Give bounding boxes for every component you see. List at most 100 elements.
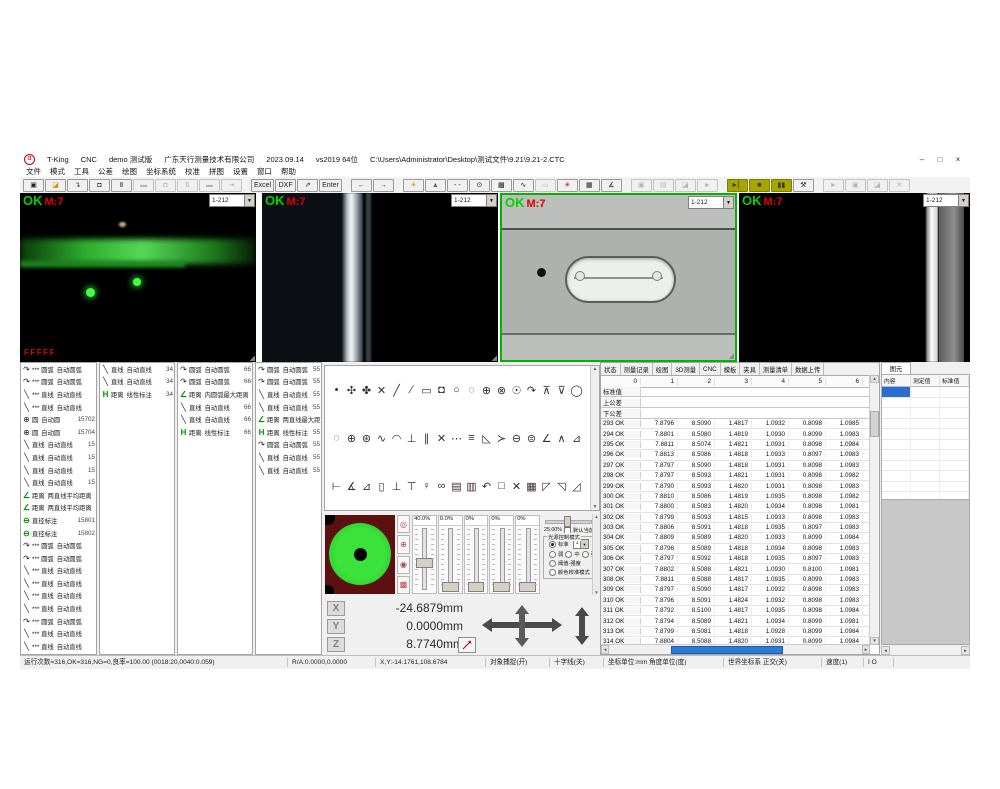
toolbar-star-button[interactable]: ✳ <box>557 179 578 192</box>
scroll-thumb[interactable] <box>870 411 879 437</box>
measure-tool-icon[interactable]: ∥ <box>420 432 433 445</box>
measure-tool-icon[interactable]: ◿ <box>570 480 583 493</box>
feature-item[interactable]: ↷*** 圆弧自动圆弧 <box>21 363 96 376</box>
measure-tool-icon[interactable]: ◌ <box>465 384 478 397</box>
feature-item[interactable]: ╲直线自动直线66 <box>178 401 252 414</box>
menu-item-4[interactable]: 绘图 <box>122 166 137 177</box>
toolbar-open-2-button[interactable]: ◪ <box>867 179 888 192</box>
scroll-right-icon[interactable]: ► <box>862 645 870 654</box>
menu-item-7[interactable]: 拼图 <box>209 166 224 177</box>
slider-thumb[interactable] <box>468 582 485 592</box>
slider-thumb[interactable] <box>564 516 571 527</box>
measure-tool-icon[interactable]: ✕ <box>375 384 388 397</box>
high-radio[interactable] <box>582 551 589 558</box>
results-tab-4[interactable]: CNC <box>700 363 721 375</box>
measure-tool-icon[interactable]: ∧ <box>555 432 568 445</box>
element-row[interactable] <box>882 408 969 419</box>
toolbar-blank-2-button[interactable]: ▬ <box>199 179 220 192</box>
results-vertical-scrollbar[interactable]: ▲ ▼ <box>869 375 879 645</box>
feature-item[interactable]: ⊖直径标注15801 <box>21 514 96 527</box>
measure-tool-icon[interactable]: ◺ <box>480 432 493 445</box>
feature-item[interactable]: ╲*** 直线自动直线 <box>21 627 96 640</box>
threshold-radio[interactable] <box>549 560 556 567</box>
table-row[interactable]: 309 OK7.87978.50901.48171.09320.80981.09… <box>601 585 870 595</box>
resize-grip-icon[interactable]: ◢ <box>250 355 255 362</box>
feature-item[interactable]: ╲直线自动直线34 <box>100 363 174 376</box>
toolbar-stop-button[interactable]: ■ <box>749 179 770 192</box>
close-button[interactable]: × <box>950 154 966 165</box>
measure-tool-icon[interactable]: ≡ <box>465 432 478 445</box>
toolbar-minus-button[interactable]: - - <box>447 179 468 192</box>
feature-item[interactable]: H距离线性标注34 <box>100 388 174 401</box>
table-row-special[interactable]: 标准值 <box>601 386 870 397</box>
table-row[interactable]: 298 OK7.87978.50931.48211.09310.80981.09… <box>601 471 870 481</box>
measure-tool-icon[interactable]: ⊿ <box>360 480 373 493</box>
feature-item[interactable]: H距离线性标注55 <box>256 426 321 439</box>
palette-scrollbar[interactable]: ▲▼ <box>590 366 599 510</box>
table-row[interactable]: 300 OK7.88108.50861.48191.09350.80981.09… <box>601 492 870 502</box>
chevron-down-icon[interactable]: ▼ <box>486 195 496 206</box>
element-row[interactable] <box>882 429 969 440</box>
measure-tool-icon[interactable]: ✣ <box>345 384 358 397</box>
feature-item[interactable]: ╲直线自动直线55 <box>256 401 321 414</box>
measure-tool-icon[interactable]: ⊥ <box>390 480 403 493</box>
toolbar-probe-button[interactable]: ◘ <box>89 179 110 192</box>
standard-radio[interactable] <box>549 541 556 548</box>
feature-item[interactable]: ↷圆弧自动圆弧66 <box>178 363 252 376</box>
feature-item[interactable]: ╲直线自动直线55 <box>256 451 321 464</box>
table-row[interactable]: 301 OK7.88008.50831.48201.09340.80981.09… <box>601 502 870 512</box>
measure-tool-icon[interactable]: ✕ <box>510 480 523 493</box>
toolbar-save-2-button[interactable]: ▣ <box>631 179 652 192</box>
toolbar-magnifier-button[interactable]: ⊙ <box>469 179 490 192</box>
feature-item[interactable]: ↷*** 圆弧自动圆弧 <box>21 615 96 628</box>
element-row[interactable] <box>882 419 969 430</box>
table-row[interactable]: 308 OK7.88118.50881.48171.09350.80991.09… <box>601 575 870 585</box>
feature-item[interactable]: ∠距离两直线平均距离 <box>21 502 96 515</box>
element-row[interactable] <box>882 461 969 472</box>
toolbar-qr-button[interactable]: ▦ <box>579 179 600 192</box>
toolbar-open-button[interactable]: ◪ <box>45 179 66 192</box>
scroll-up-icon[interactable]: ▲ <box>870 375 879 383</box>
feature-item[interactable]: ↷*** 圆弧自动圆弧 <box>21 552 96 565</box>
mid-radio[interactable] <box>565 551 572 558</box>
table-row[interactable]: 307 OK7.88028.50881.48211.09300.81001.09… <box>601 564 870 574</box>
element-row[interactable] <box>882 450 969 461</box>
measure-tool-icon[interactable]: ◯ <box>570 384 583 397</box>
table-row[interactable]: 293 OK7.87968.50901.48171.09320.80981.09… <box>601 419 870 429</box>
menu-item-2[interactable]: 工具 <box>74 166 89 177</box>
toolbar-curve-button[interactable]: ∿ <box>513 179 534 192</box>
toolbar-play-gray-button[interactable]: ► <box>697 179 718 192</box>
feature-item[interactable]: ╲*** 直线自动直线 <box>21 577 96 590</box>
feature-item[interactable]: ↷圆弧自动圆弧55 <box>256 376 321 389</box>
measure-tool-icon[interactable]: ∠ <box>540 432 553 445</box>
jog-arrows-icon[interactable] <box>482 605 592 649</box>
feature-item[interactable]: ╲*** 直线自动直线 <box>21 565 96 578</box>
measure-tool-icon[interactable]: ○ <box>450 384 463 397</box>
measure-tool-icon[interactable]: ▭ <box>420 384 433 397</box>
measure-tool-icon[interactable]: ∡ <box>345 480 358 493</box>
light-type-button-0[interactable]: ◎ <box>397 515 410 533</box>
results-tab-8[interactable]: 数据上传 <box>792 363 824 375</box>
light-channel-slider-4[interactable]: 0% <box>515 515 540 594</box>
light-type-button-1[interactable]: ⊕ <box>397 535 410 553</box>
measure-tool-icon[interactable]: ✕ <box>435 432 448 445</box>
measure-tool-icon[interactable]: ▥ <box>465 480 478 493</box>
feature-item[interactable]: ╲直线自动直线34 <box>100 376 174 389</box>
ring-light-preview[interactable] <box>325 515 395 594</box>
measure-tool-icon[interactable]: ⊢ <box>330 480 343 493</box>
toolbar-next-button[interactable]: → <box>373 179 394 192</box>
menu-item-8[interactable]: 设置 <box>233 166 248 177</box>
toolbar-play-to-end-button[interactable]: ►▏ <box>727 179 748 192</box>
measure-tool-icon[interactable]: ╱ <box>390 384 403 397</box>
measure-tool-icon[interactable]: ⊥ <box>405 432 418 445</box>
goto-origin-button[interactable] <box>458 637 476 653</box>
table-row[interactable]: 311 OK7.87928.51001.48171.09350.80981.09… <box>601 606 870 616</box>
toolbar-probe-2-button[interactable]: ◘ <box>155 179 176 192</box>
toolbar-folder-button[interactable]: ◪ <box>675 179 696 192</box>
toolbar-blank-1-button[interactable]: ▬ <box>133 179 154 192</box>
measure-tool-icon[interactable]: ⊖ <box>510 432 523 445</box>
measure-tool-icon[interactable]: ♀ <box>420 480 433 493</box>
toolbar-light-button[interactable]: ☀ <box>403 179 424 192</box>
measure-tool-icon[interactable]: ▤ <box>450 480 463 493</box>
measure-tool-icon[interactable]: ⊽ <box>555 384 568 397</box>
